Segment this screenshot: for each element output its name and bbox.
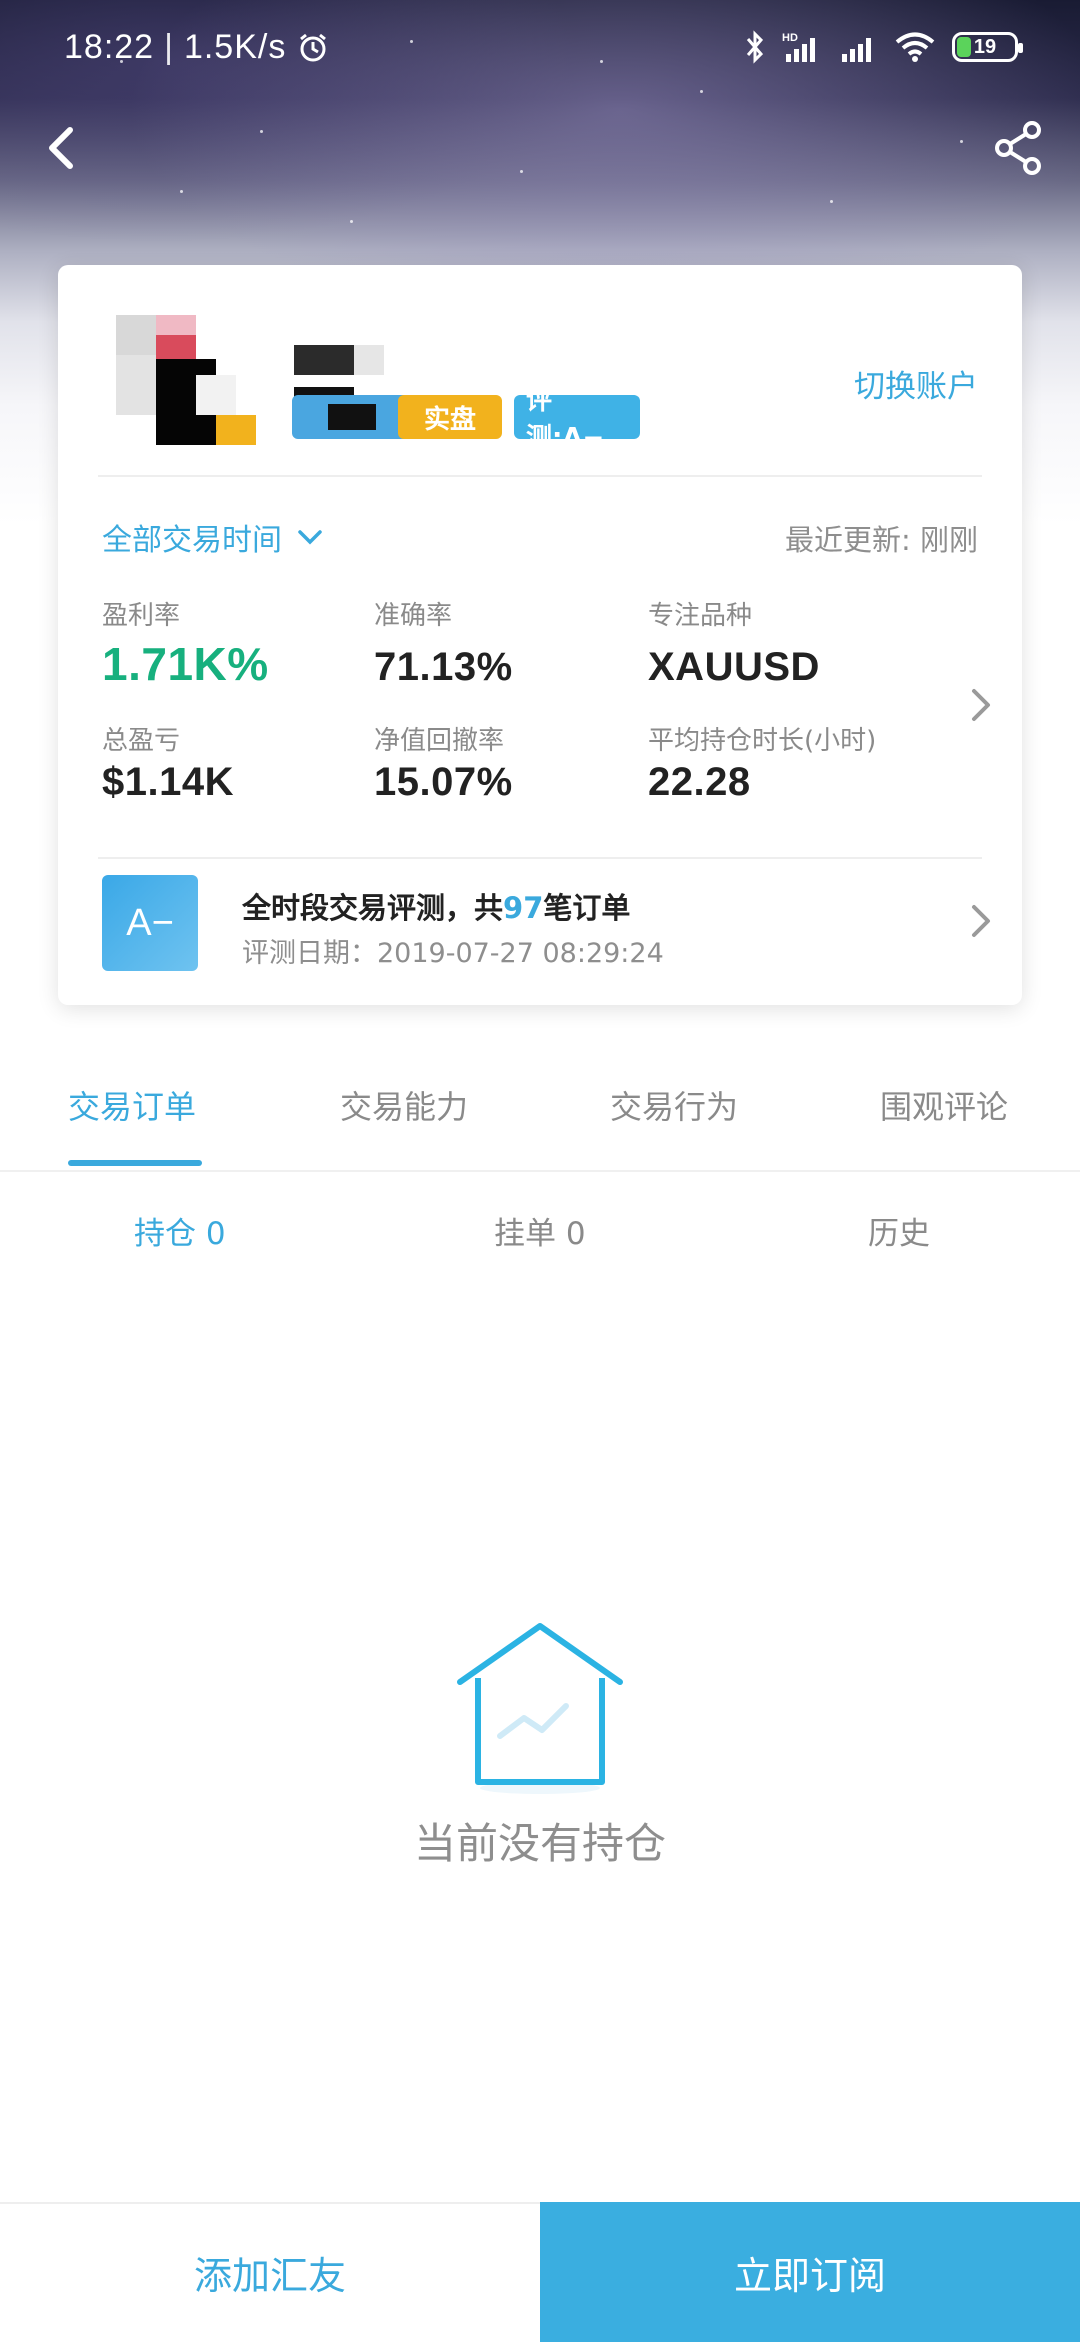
total-pnl-label: 总盈亏	[102, 726, 181, 756]
main-tabs: 交易订单 交易能力 交易行为 围观评论	[0, 1060, 1080, 1170]
profit-rate-label: 盈利率	[102, 601, 181, 631]
switch-account-button[interactable]: 切换账户	[854, 361, 978, 406]
chevron-right-icon[interactable]	[966, 683, 996, 727]
active-tab-indicator	[68, 1160, 202, 1166]
bottom-action-bar: 添加汇友 立即订阅	[0, 2202, 1080, 2342]
period-dropdown[interactable]: 全部交易时间	[102, 515, 324, 559]
tab-comments[interactable]: 围观评论	[880, 1082, 1008, 1128]
focus-symbol-label: 专注品种	[648, 601, 753, 631]
avg-hold-label: 平均持仓时长(小时)	[648, 726, 877, 756]
avg-hold-value: 22.28	[648, 760, 751, 804]
order-subtabs: 持仓 0 挂单 0 历史	[0, 1172, 1080, 1282]
drawdown-value: 15.07%	[374, 760, 513, 804]
total-pnl-value: $1.14K	[102, 760, 234, 804]
network-speed: 1.5K/s	[183, 28, 287, 66]
back-button[interactable]	[36, 112, 86, 182]
alarm-icon	[300, 33, 327, 61]
back-arrow-icon	[49, 127, 73, 169]
empty-state-message: 当前没有持仓	[413, 1819, 666, 1868]
status-time: 18:22	[64, 28, 155, 66]
add-friend-button[interactable]: 添加汇友	[0, 2204, 540, 2340]
accuracy-label: 准确率	[374, 601, 453, 631]
evaluation-order-count: 97	[503, 891, 544, 925]
subtab-history[interactable]: 历史	[868, 1208, 930, 1253]
subscribe-button[interactable]: 立即订阅	[540, 2202, 1080, 2342]
evaluation-date: 评测日期：2019-07-27 08:29:24	[242, 938, 664, 969]
bluetooth-icon	[746, 30, 764, 64]
battery-indicator: 19	[952, 32, 1023, 62]
evaluation-title-prefix: 全时段交易评测，共	[242, 891, 504, 925]
wifi-icon	[895, 32, 935, 62]
rating-badge: 评测:A−	[514, 386, 640, 453]
card-divider	[98, 475, 982, 477]
share-button[interactable]	[984, 112, 1054, 182]
subtab-positions[interactable]: 持仓 0	[134, 1208, 226, 1253]
battery-level: 19	[973, 35, 997, 58]
tab-orders[interactable]: 交易订单	[68, 1082, 196, 1128]
accuracy-value: 71.13%	[374, 645, 513, 689]
focus-symbol-value: XAUUSD	[648, 645, 820, 689]
status-separator: |	[164, 28, 174, 66]
period-label: 全部交易时间	[102, 523, 282, 558]
avatar[interactable]	[116, 315, 256, 445]
last-updated: 最近更新: 刚刚	[785, 523, 978, 557]
tab-ability[interactable]: 交易能力	[340, 1082, 468, 1128]
real-account-badge: 实盘	[398, 395, 502, 439]
drawdown-label: 净值回撤率	[374, 726, 505, 756]
evaluation-title-suffix: 笔订单	[543, 891, 631, 925]
svg-text:HD: HD	[782, 32, 798, 44]
status-bar: 18:22 | 1.5K/s HD 19	[0, 0, 1080, 100]
grade-icon: A−	[102, 875, 198, 971]
signal-icon-2	[842, 38, 871, 62]
subtab-pending[interactable]: 挂单 0	[494, 1208, 586, 1253]
evaluation-title: 全时段交易评测，共97笔订单	[242, 885, 630, 927]
evaluation-row[interactable]: A− 全时段交易评测，共97笔订单 评测日期：2019-07-27 08:29:…	[58, 855, 1022, 995]
signal-icon: HD	[782, 32, 815, 62]
chevron-right-icon	[972, 905, 990, 937]
broker-badge	[292, 395, 412, 439]
tab-behavior[interactable]: 交易行为	[610, 1082, 738, 1128]
share-icon	[995, 121, 1041, 175]
empty-house-icon	[457, 1623, 623, 1794]
account-summary-card: 实盘 评测:A− 切换账户 全部交易时间 最近更新: 刚刚 盈利率 1.71K%…	[58, 265, 1022, 1005]
chevron-down-icon	[298, 530, 322, 545]
profit-rate-value: 1.71K%	[102, 638, 269, 690]
